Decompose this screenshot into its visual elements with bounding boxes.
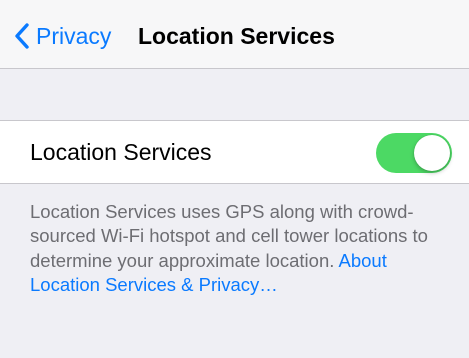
location-services-cell: Location Services <box>0 120 469 184</box>
back-button[interactable]: Privacy <box>14 20 111 52</box>
location-services-footer: Location Services uses GPS along with cr… <box>30 200 450 298</box>
back-button-label: Privacy <box>36 23 112 49</box>
chevron-left-icon <box>15 23 29 49</box>
location-services-label: Location Services <box>30 139 212 165</box>
navigation-bar: Privacy Location Services <box>0 0 469 69</box>
toggle-knob <box>414 135 450 171</box>
page-title: Location Services <box>138 23 335 49</box>
location-services-toggle[interactable] <box>376 133 452 173</box>
